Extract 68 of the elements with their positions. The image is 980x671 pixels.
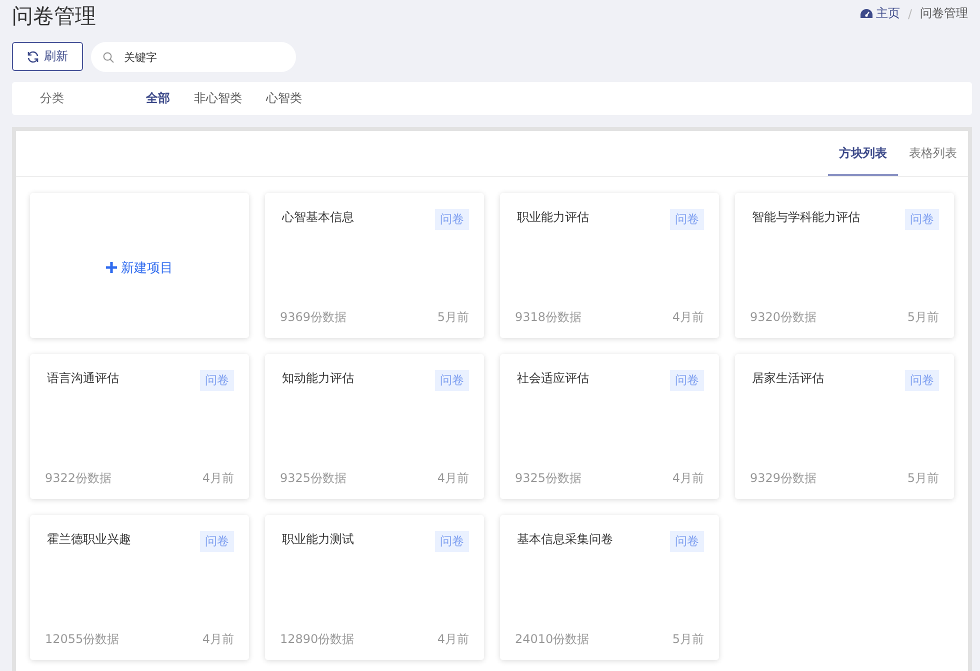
card-title: 霍兰德职业兴趣 <box>47 531 131 548</box>
data-count: 9322份数据 <box>45 470 112 487</box>
time-ago: 4月前 <box>437 470 469 487</box>
time-ago: 5月前 <box>437 309 469 326</box>
category-option[interactable]: 全部 <box>146 90 170 107</box>
card-title: 社会适应评估 <box>517 370 589 387</box>
view-tab[interactable]: 方块列表 <box>828 131 898 176</box>
data-count: 12890份数据 <box>280 631 354 648</box>
questionnaire-card[interactable]: 居家生活评估 问卷 9329份数据 5月前 <box>735 354 954 499</box>
time-ago: 5月前 <box>907 470 939 487</box>
page-title: 问卷管理 <box>12 3 96 30</box>
card-title: 职业能力评估 <box>517 209 589 226</box>
type-tag: 问卷 <box>670 370 704 391</box>
card-title: 职业能力测试 <box>282 531 354 548</box>
card-title: 知动能力评估 <box>282 370 354 387</box>
view-tab[interactable]: 表格列表 <box>898 131 968 176</box>
data-count: 9325份数据 <box>515 470 582 487</box>
time-ago: 4月前 <box>437 631 469 648</box>
breadcrumb-home-link[interactable]: 主页 <box>860 5 900 22</box>
card-title: 居家生活评估 <box>752 370 824 387</box>
card-title: 语言沟通评估 <box>47 370 119 387</box>
data-count: 9369份数据 <box>280 309 347 326</box>
card-title: 基本信息采集问卷 <box>517 531 613 548</box>
time-ago: 4月前 <box>672 309 704 326</box>
type-tag: 问卷 <box>670 531 704 552</box>
type-tag: 问卷 <box>200 531 234 552</box>
type-tag: 问卷 <box>200 370 234 391</box>
card-title: 智能与学科能力评估 <box>752 209 860 226</box>
type-tag: 问卷 <box>435 370 469 391</box>
questionnaire-card[interactable]: 职业能力测试 问卷 12890份数据 4月前 <box>265 515 484 660</box>
questionnaire-card[interactable]: 基本信息采集问卷 问卷 24010份数据 5月前 <box>500 515 719 660</box>
time-ago: 4月前 <box>202 470 234 487</box>
dashboard-icon <box>860 8 873 19</box>
type-tag: 问卷 <box>905 370 939 391</box>
breadcrumb-separator: / <box>908 6 912 20</box>
data-count: 24010份数据 <box>515 631 590 648</box>
questionnaire-card[interactable]: 语言沟通评估 问卷 9322份数据 4月前 <box>30 354 249 499</box>
questionnaire-card[interactable]: 智能与学科能力评估 问卷 9320份数据 5月前 <box>735 193 954 338</box>
time-ago: 4月前 <box>202 631 234 648</box>
type-tag: 问卷 <box>670 209 704 230</box>
time-ago: 4月前 <box>672 470 704 487</box>
questionnaire-card[interactable]: 知动能力评估 问卷 9325份数据 4月前 <box>265 354 484 499</box>
plus-icon <box>106 262 117 273</box>
data-count: 9325份数据 <box>280 470 347 487</box>
search-field[interactable]: 关键字 <box>91 42 296 72</box>
questionnaire-card[interactable]: 社会适应评估 问卷 9325份数据 4月前 <box>500 354 719 499</box>
new-project-card[interactable]: 新建项目 <box>30 193 249 338</box>
filter-label: 分类 <box>40 90 65 107</box>
type-tag: 问卷 <box>905 209 939 230</box>
time-ago: 5月前 <box>672 631 704 648</box>
type-tag: 问卷 <box>435 209 469 230</box>
data-count: 12055份数据 <box>45 631 120 648</box>
questionnaire-card[interactable]: 霍兰德职业兴趣 问卷 12055份数据 4月前 <box>30 515 249 660</box>
refresh-icon <box>27 50 39 62</box>
search-icon <box>103 52 114 63</box>
questionnaire-card[interactable]: 职业能力评估 问卷 9318份数据 4月前 <box>500 193 719 338</box>
time-ago: 5月前 <box>907 309 939 326</box>
questionnaire-card[interactable]: 心智基本信息 问卷 9369份数据 5月前 <box>265 193 484 338</box>
refresh-button[interactable]: 刷新 <box>12 42 83 71</box>
data-count: 9318份数据 <box>515 309 582 326</box>
breadcrumb-current: 问卷管理 <box>920 5 968 22</box>
category-option[interactable]: 心智类 <box>266 90 302 107</box>
new-project-link[interactable]: 新建项目 <box>106 258 173 276</box>
card-title: 心智基本信息 <box>282 209 354 226</box>
data-count: 9329份数据 <box>750 470 817 487</box>
data-count: 9320份数据 <box>750 309 817 326</box>
type-tag: 问卷 <box>435 531 469 552</box>
category-option[interactable]: 非心智类 <box>194 90 242 107</box>
